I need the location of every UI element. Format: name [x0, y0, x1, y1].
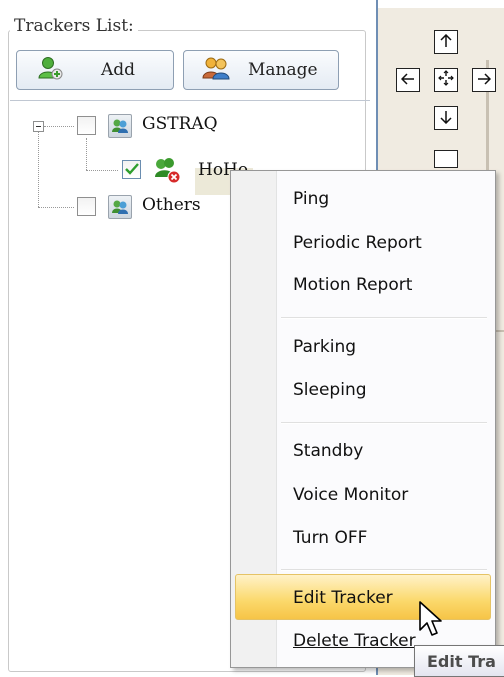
menu-item-periodic-report[interactable]: Periodic Report	[293, 233, 422, 253]
tree-node-gstraq[interactable]: GSTRAQ	[142, 114, 218, 134]
menu-item-parking[interactable]: Parking	[293, 337, 356, 357]
center-map-button[interactable]	[434, 68, 458, 92]
arrow-right-icon	[477, 71, 492, 90]
tooltip-text: Edit Tra	[427, 652, 496, 671]
add-button-label: Add	[101, 60, 136, 80]
map-top-strip	[378, 0, 504, 8]
tree-connector	[38, 132, 39, 207]
trackers-list-title: Trackers List:	[10, 16, 138, 36]
hoho-checkbox[interactable]	[122, 160, 141, 179]
others-checkbox[interactable]	[77, 197, 96, 216]
tree-connector	[38, 207, 74, 208]
tracker-context-menu: Ping Periodic Report Motion Report Parki…	[230, 170, 496, 668]
menu-separator	[281, 569, 487, 571]
center-icon	[438, 70, 454, 90]
manage-trackers-button[interactable]: Manage	[183, 50, 339, 90]
menu-item-ping[interactable]: Ping	[293, 189, 329, 209]
collapse-toggle[interactable]	[33, 121, 44, 132]
menu-item-turn-off[interactable]: Turn OFF	[293, 528, 367, 548]
menu-item-sleeping[interactable]: Sleeping	[293, 380, 367, 400]
gstraq-checkbox[interactable]	[77, 116, 96, 135]
add-tracker-button[interactable]: Add	[16, 50, 174, 90]
tree-connector	[44, 126, 74, 127]
menu-item-motion-report[interactable]: Motion Report	[293, 275, 412, 295]
menu-item-delete-tracker[interactable]: Delete Tracker	[293, 631, 416, 651]
group-icon	[108, 114, 132, 138]
menu-separator	[281, 422, 487, 424]
pan-right-button[interactable]	[472, 68, 496, 92]
tooltip: Edit Tra	[414, 645, 504, 677]
arrow-down-icon	[439, 109, 453, 128]
zoom-in-button[interactable]	[434, 150, 458, 168]
manage-users-icon	[202, 56, 230, 84]
manage-button-label: Manage	[248, 60, 318, 80]
pan-left-button[interactable]	[396, 68, 420, 92]
menu-item-edit-tracker[interactable]: Edit Tracker	[293, 588, 393, 608]
tree-connector	[86, 138, 87, 170]
mouse-cursor-icon	[418, 600, 444, 644]
menu-item-standby[interactable]: Standby	[293, 441, 363, 461]
tree-connector	[86, 170, 118, 171]
pan-down-button[interactable]	[434, 106, 458, 130]
tracker-offline-icon	[152, 155, 182, 185]
arrow-up-icon	[439, 33, 453, 52]
menu-separator	[281, 317, 487, 319]
menu-item-voice-monitor[interactable]: Voice Monitor	[293, 485, 408, 505]
group-icon	[108, 195, 132, 219]
tree-node-others[interactable]: Others	[142, 195, 201, 215]
arrow-left-icon	[400, 71, 415, 90]
add-user-icon	[37, 55, 63, 85]
pan-up-button[interactable]	[434, 30, 458, 54]
